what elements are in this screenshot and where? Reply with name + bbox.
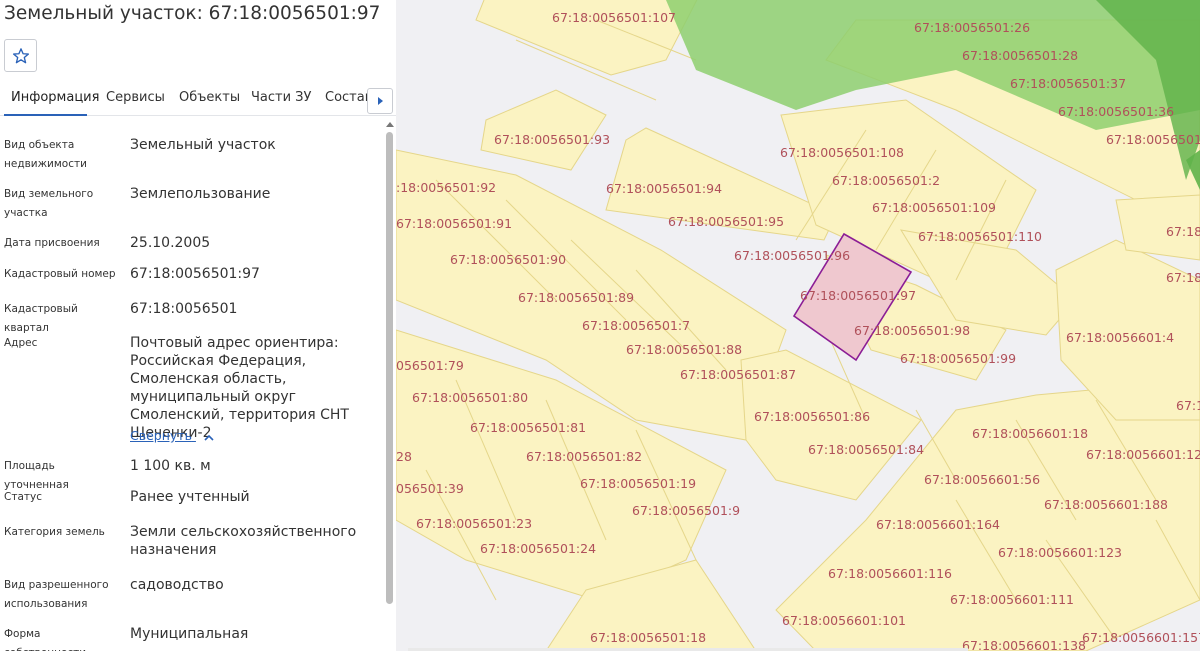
map-plot-label: 67:18:0056601:123: [998, 545, 1122, 560]
map-plot-label: 67:18:0056601:111: [950, 592, 1074, 607]
field-label: Кадастровый номер: [4, 268, 116, 280]
field-value: садоводство: [130, 577, 224, 593]
scrollbar-thumb[interactable]: [386, 132, 393, 604]
map-plot-label: 67:18:0056501:93: [494, 132, 610, 147]
chevron-up-icon: [204, 429, 214, 444]
tabs-next-button[interactable]: [367, 88, 393, 114]
field-label: Кадастровый квартал: [4, 303, 78, 334]
page-title: Земельный участок: 67:18:0056501:97: [4, 3, 381, 24]
map-plot-label: 67:18:0056501:82: [526, 449, 642, 464]
field-value: 1 100 кв. м: [130, 458, 211, 474]
map-plot-label: 67:18:0056501:86: [754, 409, 870, 424]
field-value: Землепользование: [130, 186, 271, 202]
field-label: Дата присвоения: [4, 237, 100, 249]
map-plot-label: 67:18:0056501:89: [518, 290, 634, 305]
field-label: Вид земельного участка: [4, 188, 94, 219]
field-label: Вид разрешенного использования: [4, 579, 109, 610]
collapse-link-label: Свернуть: [130, 428, 192, 443]
map-plot-label: 056501:79: [396, 358, 464, 373]
map-plot-label: 67:18:0056501:26: [914, 20, 1030, 35]
field-label: Адрес: [4, 337, 38, 349]
map-plot-label: 67:18:0056601:157: [1082, 630, 1200, 645]
map-plot-label: 67:18:0056501:19: [580, 476, 696, 491]
tab-objects[interactable]: Объекты: [179, 90, 240, 105]
map-plot-label: 67:18:0056501:35: [1106, 132, 1200, 147]
map-plot-label: :18:0056501:92: [396, 180, 496, 195]
map-plot-label: 67:18:0056501:96: [734, 248, 850, 263]
map-plot-label: 67:18:0056501:91: [396, 216, 512, 231]
map-plot-label: 67:18:0056601:101: [782, 613, 906, 628]
map-plot-label: 67:18:0056601:188: [1044, 497, 1168, 512]
map-plot-label: 67:18:0056601:125: [1086, 447, 1200, 462]
field-value: 67:18:0056501:97: [130, 266, 260, 282]
map-plot-label: 67:18:0056501:84: [808, 442, 924, 457]
tab-services[interactable]: Сервисы: [106, 90, 165, 105]
map-plot-label: 67:18:00566: [1166, 270, 1200, 285]
collapse-address-link[interactable]: Свернуть: [130, 428, 214, 444]
map-plot-label: 67:18:0056501:95: [668, 214, 784, 229]
chevron-right-icon: [378, 97, 383, 105]
map-plot-label: 67:18:0056501:90: [450, 252, 566, 267]
map-plot-label: 056501:39: [396, 481, 464, 496]
map-plot-label: 67:18:0056601:4: [1066, 330, 1174, 345]
map-plot-label: 67:18:0056501:99: [900, 351, 1016, 366]
map-plot-label: 67:18:0056501:87: [680, 367, 796, 382]
map-plot-label: 67:18:0056501:97: [800, 288, 916, 303]
map-plot-label: 67:18:0056501:107: [552, 10, 676, 25]
map-plot-label: 67:18:0056501:9: [632, 503, 740, 518]
favorite-button[interactable]: [4, 39, 37, 72]
map-plot-label: 28: [396, 449, 412, 464]
map-plot-label: 67:18:0056501:36: [1058, 104, 1174, 119]
panel-scrollbar[interactable]: [386, 120, 394, 651]
map-plot-label: 67:18:0056501:18: [590, 630, 706, 645]
field-value: 67:18:0056501: [130, 301, 238, 317]
map-plot-label: 67:18:0056601:56: [924, 472, 1040, 487]
field-label: Статус: [4, 491, 42, 503]
map-plot-label: 67:18:0056501:37: [1010, 76, 1126, 91]
field-value: Муниципальная: [130, 626, 249, 642]
tab-plot-parts[interactable]: Части ЗУ: [251, 90, 311, 105]
info-panel: Земельный участок: 67:18:0056501:97 Инфо…: [0, 0, 396, 651]
map-plot-label: 67:18:0056501:7: [582, 318, 690, 333]
scroll-up-arrow-icon[interactable]: [386, 122, 394, 127]
map-plot-label: 67:18:0056501:88: [626, 342, 742, 357]
tab-composition[interactable]: Состав: [325, 90, 372, 105]
map-plot-label: 67:18:0056501:2: [832, 173, 940, 188]
field-value: Земельный участок: [130, 137, 276, 153]
map-plot-label: 67:18:0056501:98: [854, 323, 970, 338]
field-value: Земли сельскохозяйственного назначения: [130, 524, 357, 558]
map-plot-label: 67:18:005660: [1166, 224, 1200, 239]
map-canvas[interactable]: 67:18:0056501:107 67:18:0056501:26 67:18:0…: [396, 0, 1200, 651]
map-plot-label: 67:18:0056: [1176, 398, 1200, 413]
map-plot-label: 67:18:0056501:94: [606, 181, 722, 196]
map-plot-label: 67:18:0056501:28: [962, 48, 1078, 63]
field-label: Форма собственности: [4, 628, 86, 651]
field-label: Категория земель: [4, 526, 105, 538]
active-tab-indicator: [4, 114, 87, 116]
star-outline-icon: [12, 47, 29, 63]
field-value: 25.10.2005: [130, 235, 211, 251]
map-plot-label: 67:18:0056501:24: [480, 541, 596, 556]
field-value: Почтовый адрес ориентира: Российская Фед…: [130, 335, 349, 441]
map-plot-label: 67:18:0056601:18: [972, 426, 1088, 441]
field-value: Ранее учтенный: [130, 489, 250, 505]
map-plot-label: 67:18:0056501:108: [780, 145, 904, 160]
field-label: Вид объекта недвижимости: [4, 139, 87, 170]
map-plot-label: 67:18:0056601:116: [828, 566, 952, 581]
map-plot-label: 67:18:0056601:164: [876, 517, 1000, 532]
map-plot-label: 67:18:0056501:109: [872, 200, 996, 215]
map-plot-label: 67:18:0056501:110: [918, 229, 1042, 244]
cadastral-map[interactable]: 67:18:0056501:107 67:18:0056501:26 67:18:0…: [396, 0, 1200, 651]
map-plot-label: 67:18:0056601:138: [962, 638, 1086, 651]
map-plot-label: 67:18:0056501:23: [416, 516, 532, 531]
tab-information[interactable]: Информация: [11, 90, 99, 105]
tab-bar: Информация Сервисы Объекты Части ЗУ Сост…: [0, 84, 396, 116]
map-plot-label: 67:18:0056501:81: [470, 420, 586, 435]
map-plot-label: 67:18:0056501:80: [412, 390, 528, 405]
